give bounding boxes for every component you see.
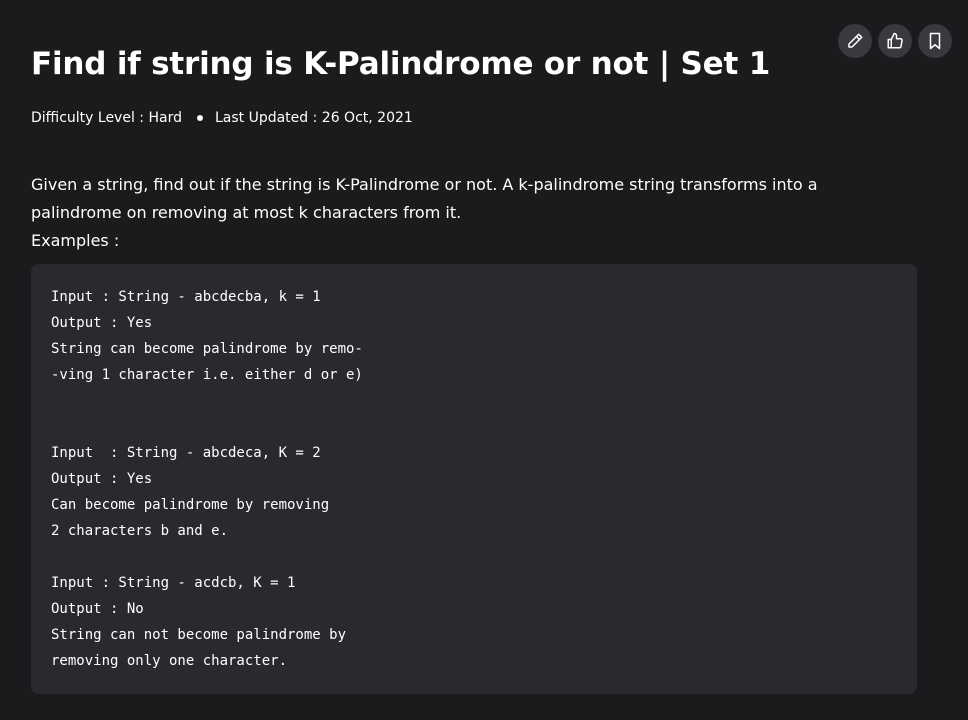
article-actions <box>838 24 952 58</box>
bookmark-button[interactable] <box>918 24 952 58</box>
last-updated: Last Updated : 26 Oct, 2021 <box>214 110 413 126</box>
bookmark-icon <box>929 32 941 50</box>
problem-statement: Given a string, find out if the string i… <box>31 175 818 222</box>
examples-label: Examples : <box>31 231 120 250</box>
like-button[interactable] <box>878 24 912 58</box>
thumbs-up-icon <box>887 32 903 49</box>
edit-button[interactable] <box>838 24 872 58</box>
article-meta: Difficulty Level : Hard Last Updated : 2… <box>31 110 413 126</box>
page-title: Find if string is K-Palindrome or not | … <box>31 46 771 82</box>
article-intro: Given a string, find out if the string i… <box>31 171 901 255</box>
separator-dot <box>196 115 203 121</box>
examples-code-block: Input : String - abcdecba, k = 1 Output … <box>31 264 917 694</box>
difficulty-level: Difficulty Level : Hard <box>31 110 182 126</box>
pencil-icon <box>848 33 863 48</box>
examples-code: Input : String - abcdecba, k = 1 Output … <box>51 289 363 669</box>
